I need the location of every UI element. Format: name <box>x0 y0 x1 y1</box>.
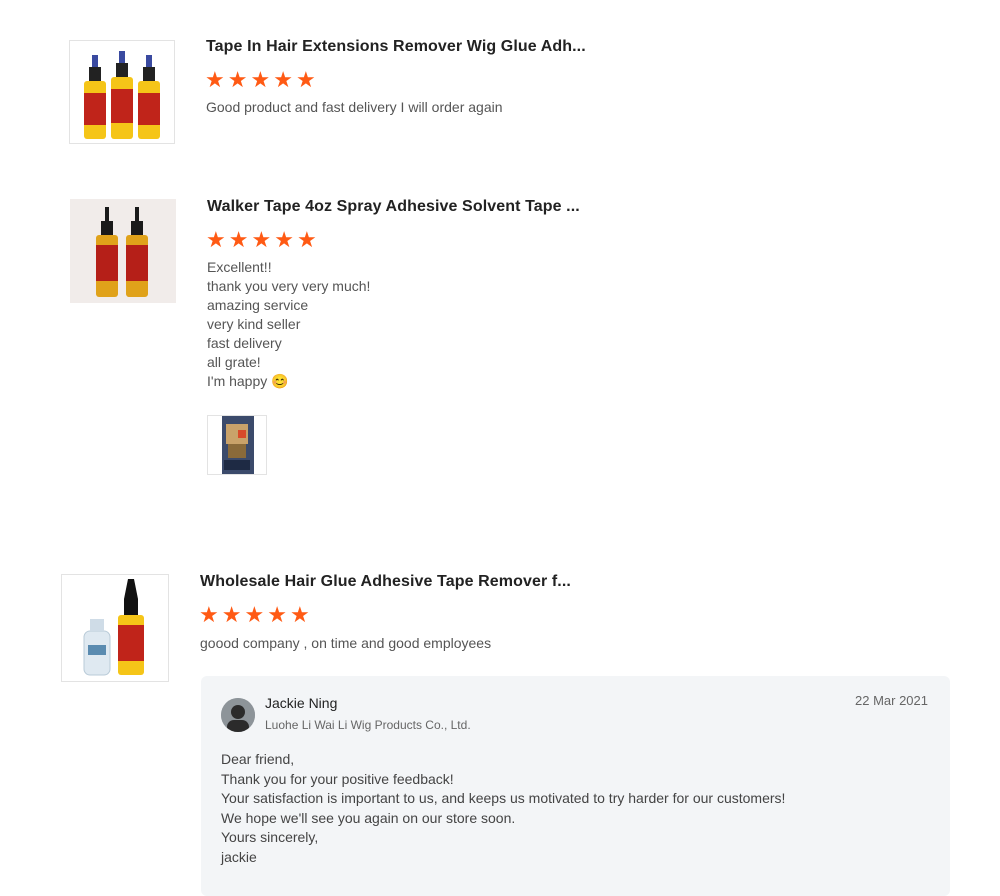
star-icon: ★ <box>273 67 293 92</box>
review-text: goood company , on time and good employe… <box>200 635 492 651</box>
star-icon: ★ <box>296 227 317 252</box>
seller-name: Jackie Ning <box>265 695 338 711</box>
review-text: Excellent!! thank you very very much! am… <box>207 259 371 389</box>
star-rating: ★ ★ ★ ★ ★ <box>206 229 317 251</box>
review-photo-image <box>208 416 266 474</box>
product-title-link[interactable]: Walker Tape 4oz Spray Adhesive Solvent T… <box>207 198 580 216</box>
star-icon: ★ <box>244 602 265 627</box>
star-icon: ★ <box>205 67 225 92</box>
star-icon: ★ <box>221 602 242 627</box>
star-icon: ★ <box>199 602 219 627</box>
product-thumbnail[interactable] <box>69 40 175 144</box>
reply-text: Dear friend, Thank you for your positive… <box>221 751 786 865</box>
star-icon: ★ <box>289 602 310 627</box>
star-rating: ★ ★ ★ ★ ★ <box>199 604 310 626</box>
product-thumbnail[interactable] <box>70 199 176 303</box>
bottles-image <box>83 579 144 676</box>
star-icon: ★ <box>250 67 271 92</box>
avatar <box>221 698 255 732</box>
product-thumbnail[interactable] <box>61 574 169 682</box>
review-photo-thumbnail[interactable] <box>207 415 267 475</box>
seller-reply: Jackie Ning Luohe Li Wai Li Wig Products… <box>201 676 950 896</box>
reply-date: 22 Mar 2021 <box>855 693 928 708</box>
spray-bottles-image <box>70 199 176 303</box>
product-title-link[interactable]: Wholesale Hair Glue Adhesive Tape Remove… <box>200 573 571 591</box>
star-icon: ★ <box>274 227 294 252</box>
star-icon: ★ <box>251 227 272 252</box>
spray-bottles-image <box>84 51 160 139</box>
star-icon: ★ <box>228 227 249 252</box>
product-title-link[interactable]: Tape In Hair Extensions Remover Wig Glue… <box>206 38 586 56</box>
person-icon <box>221 698 255 732</box>
star-icon: ★ <box>227 67 248 92</box>
seller-company: Luohe Li Wai Li Wig Products Co., Ltd. <box>265 718 471 732</box>
star-icon: ★ <box>295 67 316 92</box>
star-icon: ★ <box>206 227 226 252</box>
star-icon: ★ <box>267 602 287 627</box>
star-rating: ★ ★ ★ ★ ★ <box>205 69 316 91</box>
review-text: Good product and fast delivery I will or… <box>206 99 503 115</box>
